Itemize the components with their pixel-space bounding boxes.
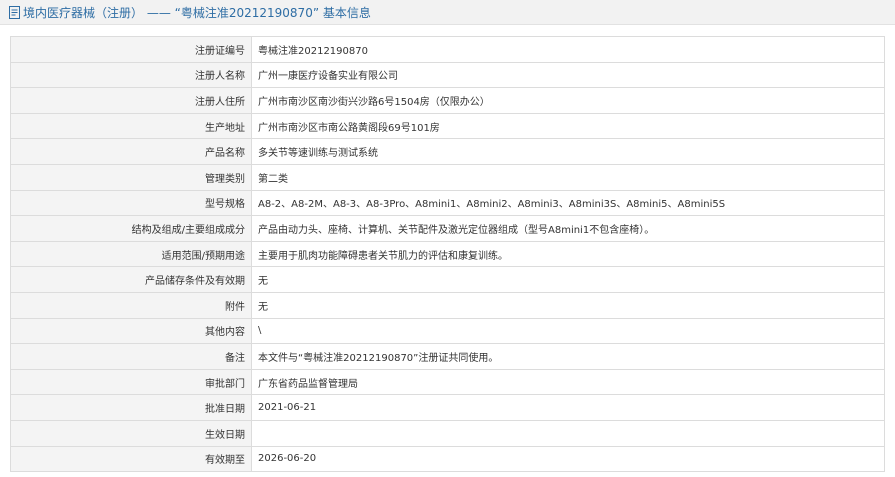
field-label: 附件 [10, 291, 252, 319]
table-row: 适用范围/预期用途 主要用于肌肉功能障碍患者关节肌力的评估和康复训练。 [10, 240, 885, 268]
field-value: A8-2、A8-2M、A8-3、A8-3Pro、A8mini1、A8mini2、… [251, 189, 885, 217]
page-title: 境内医疗器械（注册） —— “粤械注准20212190870” 基本信息 [23, 5, 371, 20]
field-label: 型号规格 [10, 189, 252, 217]
table-row: 附件无 [10, 291, 885, 319]
field-value: 主要用于肌肉功能障碍患者关节肌力的评估和康复训练。 [251, 240, 885, 268]
field-label: 注册人名称 [10, 61, 252, 89]
field-value: 第二类 [251, 163, 885, 191]
field-value: 本文件与“粤械注准20212190870”注册证共同使用。 [251, 343, 885, 370]
field-label: 生效日期 [10, 419, 252, 447]
table-row: 型号规格 A8-2、A8-2M、A8-3、A8-3Pro、A8mini1、A8mi… [10, 189, 885, 217]
field-label: 生产地址 [10, 112, 252, 140]
field-label: 适用范围/预期用途 [10, 240, 252, 268]
field-label: 产品储存条件及有效期 [10, 266, 252, 293]
table-row: 生产地址 广州市南沙区市南公路黄阁段69号101房 [10, 112, 885, 140]
field-value: 无 [251, 266, 885, 293]
document-icon [9, 5, 20, 19]
field-label: 产品名称 [10, 138, 252, 165]
table-row: 审批部门 广东省药品监督管理局 [10, 368, 885, 396]
field-value: 产品由动力头、座椅、计算机、关节配件及激光定位器组成（型号A8mini1不包含座… [251, 215, 885, 242]
field-value: 广东省药品监督管理局 [251, 368, 885, 396]
field-value: 广州市南沙区南沙街兴沙路6号1504房（仅限办公） [251, 87, 885, 114]
table-row: 备注 本文件与“粤械注准20212190870”注册证共同使用。 [10, 343, 885, 370]
table-row: 产品储存条件及有效期无 [10, 266, 885, 293]
field-label: 结构及组成/主要组成成分 [10, 215, 252, 242]
table-row: 有效期至 2026-06-20 [10, 445, 885, 473]
field-value: 2021-06-21 [251, 394, 885, 421]
table-row: 其他内容 \ [10, 317, 885, 345]
table-row: 产品名称 多关节等速训练与测试系统 [10, 138, 885, 165]
field-value: 广州市南沙区市南公路黄阁段69号101房 [251, 112, 885, 140]
field-value: 2026-06-20 [251, 445, 885, 473]
field-value: 粤械注准20212190870 [251, 36, 885, 63]
table-row: 生效日期 [10, 419, 885, 447]
field-value: 多关节等速训练与测试系统 [251, 138, 885, 165]
table-row: 注册证编号 粤械注准20212190870 [10, 36, 885, 63]
field-value: 广州一康医疗设备实业有限公司 [251, 61, 885, 89]
table-row: 结构及组成/主要组成成分 产品由动力头、座椅、计算机、关节配件及激光定位器组成（型… [10, 215, 885, 242]
info-table-container: 注册证编号 粤械注准20212190870 注册人名称 广州一康医疗设备实业有限公司注… [10, 36, 885, 473]
table-row: 批准日期 2021-06-21 [10, 394, 885, 421]
field-label: 有效期至 [10, 445, 252, 473]
field-label: 注册证编号 [10, 36, 252, 63]
field-label: 其他内容 [10, 317, 252, 345]
page-header: 境内医疗器械（注册） —— “粤械注准20212190870” 基本信息 [0, 0, 895, 25]
table-row: 注册人住所 广州市南沙区南沙街兴沙路6号1504房（仅限办公） [10, 87, 885, 114]
field-label: 管理类别 [10, 163, 252, 191]
table-row: 管理类别 第二类 [10, 163, 885, 191]
field-value: 无 [251, 291, 885, 319]
field-value [251, 419, 885, 447]
info-table-body: 注册证编号 粤械注准20212190870 注册人名称 广州一康医疗设备实业有限公司注… [10, 36, 885, 473]
field-value: \ [251, 317, 885, 345]
field-label: 备注 [10, 343, 252, 370]
field-label: 注册人住所 [10, 87, 252, 114]
info-table: 注册证编号 粤械注准20212190870 注册人名称 广州一康医疗设备实业有限公司注… [10, 36, 885, 473]
table-row: 注册人名称 广州一康医疗设备实业有限公司 [10, 61, 885, 89]
field-label: 审批部门 [10, 368, 252, 396]
field-label: 批准日期 [10, 394, 252, 421]
